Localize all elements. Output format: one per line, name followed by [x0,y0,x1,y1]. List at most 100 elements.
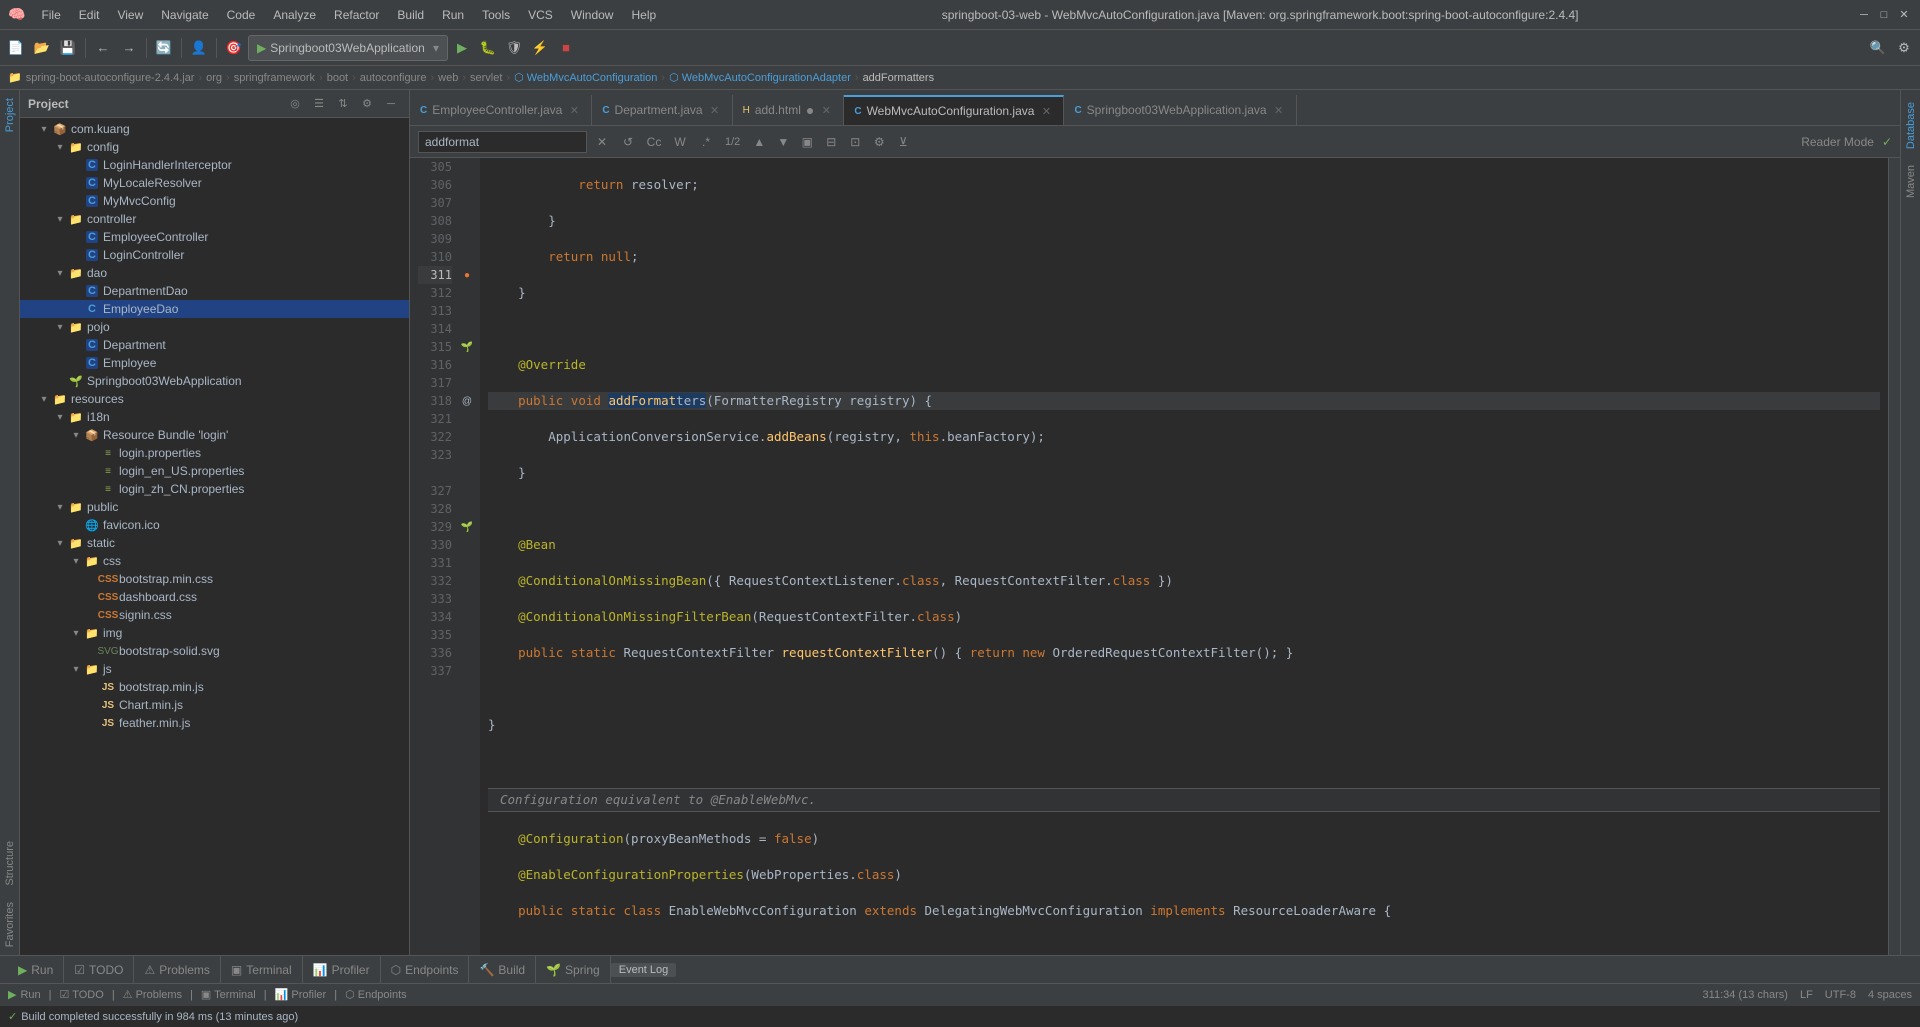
prev-result-button[interactable]: ▲ [748,131,770,153]
scrollbar-track[interactable] [1888,158,1900,955]
bottom-tab-profiler[interactable]: 📊 Profiler [303,956,381,983]
tab-employee-controller[interactable]: C EmployeeController.java ✕ [410,95,592,125]
breadcrumb-servlet[interactable]: servlet [470,72,502,84]
code-editor[interactable]: 305 306 307 308 309 310 311 312 313 314 … [410,158,1900,955]
menu-analyze[interactable]: Analyze [265,6,324,24]
tree-item-myMvcConfig[interactable]: C MyMvcConfig [20,192,409,210]
breadcrumb-org[interactable]: org [206,72,222,84]
bottom-tab-spring[interactable]: 🌱 Spring [536,956,611,983]
menu-file[interactable]: File [33,6,68,24]
tree-item-login-interceptor[interactable]: C LoginHandlerInterceptor [20,156,409,174]
funnel-button[interactable]: ⊻ [892,131,914,153]
bottom-tab-terminal[interactable]: ▣ Terminal [221,956,303,983]
tree-item-bootstrap-css[interactable]: CSS bootstrap.min.css [20,570,409,588]
target-icon[interactable]: 🎯 [222,36,246,60]
hide-panel-icon[interactable]: ─ [381,94,401,114]
tree-item-dept-dao[interactable]: C DepartmentDao [20,282,409,300]
bottom-tab-run[interactable]: ▶ Run [8,956,64,983]
bean-gutter-icon2[interactable]: 🌱 [460,520,474,534]
tree-item-css-folder[interactable]: ▾ 📁 css [20,552,409,570]
menu-code[interactable]: Code [219,6,264,24]
sidebar-structure-label[interactable]: Structure [2,833,18,894]
match-case-extra[interactable]: ▣ [796,131,818,153]
status-encoding[interactable]: UTF-8 [1825,989,1856,1001]
menu-view[interactable]: View [109,6,151,24]
maximize-button[interactable]: □ [1876,7,1892,23]
at-gutter-icon[interactable]: @ [460,394,474,408]
breadcrumb-webmvcauto[interactable]: ⬡ WebMvcAutoConfiguration [514,71,657,84]
tree-item-js-folder[interactable]: ▾ 📁 js [20,660,409,678]
tree-item-employee-ctrl[interactable]: C EmployeeController [20,228,409,246]
tree-item-bootstrap-js[interactable]: JS bootstrap.min.js [20,678,409,696]
tree-item-static[interactable]: ▾ 📁 static [20,534,409,552]
run-button[interactable]: ▶ [450,36,474,60]
menu-build[interactable]: Build [389,6,432,24]
sidebar-maven-label[interactable]: Maven [1903,157,1919,206]
status-profiler-icon[interactable]: 📊 Profiler [275,988,327,1001]
menu-run[interactable]: Run [434,6,472,24]
filter-button[interactable]: ⊟ [820,131,842,153]
tree-item-dao[interactable]: ▾ 📁 dao [20,264,409,282]
close-button[interactable]: ✕ [1896,7,1912,23]
forward-button[interactable]: → [117,36,141,60]
tree-item-emp-dao[interactable]: C EmployeeDao [20,300,409,318]
menu-window[interactable]: Window [563,6,622,24]
tree-item-locale-resolver[interactable]: C MyLocaleResolver [20,174,409,192]
tree-item-login-zh-props[interactable]: ≡ login_zh_CN.properties [20,480,409,498]
settings-button[interactable]: ⚙ [1892,36,1916,60]
bottom-tab-todo[interactable]: ☑ TODO [64,956,134,983]
search-input[interactable] [418,131,587,153]
menu-vcs[interactable]: VCS [520,6,561,24]
status-indent[interactable]: 4 spaces [1868,989,1912,1001]
tab-department[interactable]: C Department.java ✕ [592,95,732,125]
breadcrumb-springframework[interactable]: springframework [234,72,315,84]
tree-item-com-kuang[interactable]: ▾ 📦 com.kuang [20,120,409,138]
breadcrumb-jar[interactable]: spring-boot-autoconfigure-2.4.4.jar [26,72,195,84]
status-position[interactable]: 311:34 (13 chars) [1703,989,1788,1001]
menu-tools[interactable]: Tools [474,6,518,24]
project-selector[interactable]: ▶ Springboot03WebApplication ▾ [248,35,448,61]
tab-springboot-app[interactable]: C Springboot03WebApplication.java ✕ [1064,95,1296,125]
debug-button[interactable]: 🐛 [476,36,500,60]
tree-item-pojo[interactable]: ▾ 📁 pojo [20,318,409,336]
breadcrumb-web[interactable]: web [438,72,458,84]
nav-icon[interactable]: 👤 [187,36,211,60]
sidebar-database-label[interactable]: Database [1903,94,1919,157]
bean-gutter-icon[interactable]: 🌱 [460,340,474,354]
tree-item-login-ctrl[interactable]: C LoginController [20,246,409,264]
tree-item-i18n[interactable]: ▾ 📁 i18n [20,408,409,426]
tree-item-bootstrap-svg[interactable]: SVG bootstrap-solid.svg [20,642,409,660]
bottom-tab-problems[interactable]: ⚠ Problems [134,956,220,983]
tab-webmvc-auto[interactable]: C WebMvcAutoConfiguration.java ✕ [844,95,1064,125]
save-button[interactable]: 💾 [56,36,80,60]
tree-item-employee[interactable]: C Employee [20,354,409,372]
tree-item-signin-css[interactable]: CSS signin.css [20,606,409,624]
status-lf[interactable]: LF [1800,989,1813,1001]
profile-button[interactable]: ⚡ [528,36,552,60]
bottom-tab-build[interactable]: 🔨 Build [469,956,536,983]
status-todo-icon[interactable]: ☑ TODO [60,988,104,1001]
tab-close-button[interactable]: ✕ [819,103,833,117]
tree-item-bundle[interactable]: ▾ 📦 Resource Bundle 'login' [20,426,409,444]
breadcrumb-method[interactable]: addFormatters [863,72,935,84]
locate-icon[interactable]: ◎ [285,94,305,114]
menu-edit[interactable]: Edit [71,6,108,24]
menu-help[interactable]: Help [623,6,664,24]
breadcrumb-adapter[interactable]: ⬡ WebMvcAutoConfigurationAdapter [669,71,851,84]
back-button[interactable]: ← [91,36,115,60]
status-problems-icon[interactable]: ⚠ Problems [123,988,182,1001]
filter2-button[interactable]: ⊡ [844,131,866,153]
search-clear-button[interactable]: ✕ [591,131,613,153]
tab-add-html[interactable]: H add.html ● ✕ [733,95,845,125]
status-endpoints-icon[interactable]: ⬡ Endpoints [345,988,407,1001]
tree-item-department[interactable]: C Department [20,336,409,354]
coverage-button[interactable]: 🛡 [502,36,526,60]
tree-item-public[interactable]: ▾ 📁 public [20,498,409,516]
tree-item-springboot-app[interactable]: 🌱 Springboot03WebApplication [20,372,409,390]
tab-close-button[interactable]: ✕ [1272,103,1286,117]
match-case-button[interactable]: Cc [643,131,665,153]
tree-item-feather-js[interactable]: JS feather.min.js [20,714,409,732]
search-everywhere-button[interactable]: 🔍 [1866,36,1890,60]
sidebar-favorites-label[interactable]: Favorites [2,894,18,955]
breadcrumb-autoconfigure[interactable]: autoconfigure [360,72,427,84]
